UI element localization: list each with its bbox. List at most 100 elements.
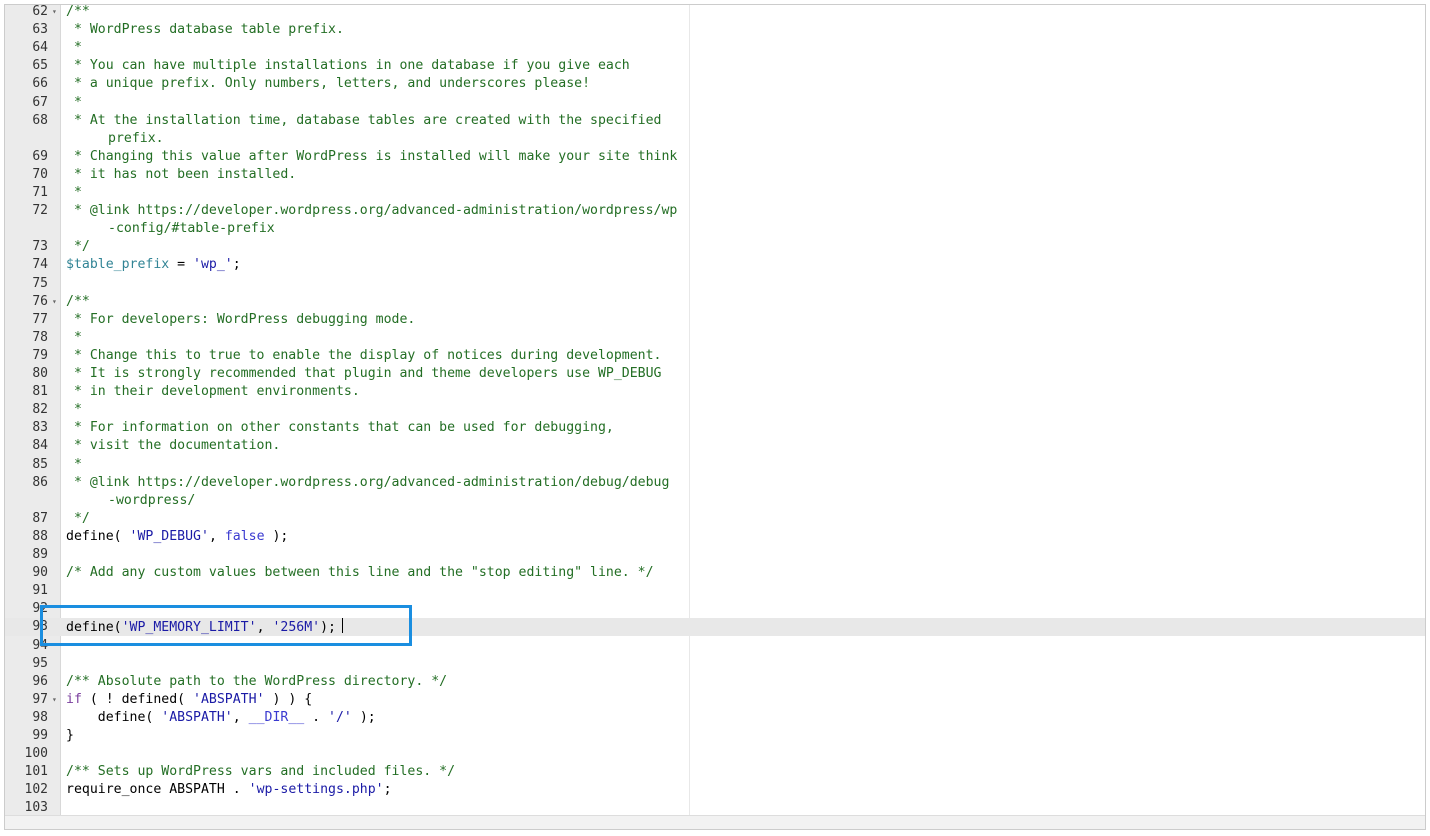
code-line-96[interactable]: 96 /** Absolute path to the WordPress dir…: [5, 673, 1425, 691]
code-line-84[interactable]: 84 * visit the documentation.: [5, 437, 1425, 455]
code-line-86[interactable]: 86 * @link https://developer.wordpress.o…: [5, 474, 1425, 492]
code-token: * For information on other constants tha…: [66, 420, 614, 436]
line-number: 65: [32, 58, 48, 74]
code-line-77[interactable]: 77 * For developers: WordPress debugging…: [5, 311, 1425, 329]
code-line-70[interactable]: 70 * it has not been installed.: [5, 166, 1425, 184]
code-line-63[interactable]: 63 * WordPress database table prefix.: [5, 21, 1425, 39]
code-token: );: [264, 528, 289, 544]
line-number: 89: [32, 547, 48, 562]
code-token: ( ! defined(: [81, 691, 194, 707]
code-line-88[interactable]: 88 define( 'WP_DEBUG', false );: [5, 528, 1425, 546]
code-token: * It is strongly recommended that plugin…: [66, 366, 662, 381]
code-line-80[interactable]: 80 * It is strongly recommended that plu…: [5, 365, 1425, 383]
code-line-72[interactable]: 72 * @link https://developer.wordpress.o…: [5, 202, 1425, 220]
code-line-95[interactable]: 95: [5, 655, 1425, 673]
code-line-73[interactable]: 73 */: [5, 238, 1425, 256]
code-token: *: [66, 94, 82, 110]
code-line-68[interactable]: 68 * At the installation time, database …: [5, 112, 1425, 130]
code-line-94[interactable]: 94: [5, 637, 1425, 655]
code-line-90[interactable]: 90 /* Add any custom values between this …: [5, 564, 1425, 582]
code-token: ,: [232, 709, 249, 725]
code-text: /* Add any custom values between this li…: [66, 564, 654, 582]
code-text: /**: [66, 293, 90, 311]
line-number: 69: [32, 148, 48, 164]
code-line-74[interactable]: 74 $table_prefix = 'wp_';: [5, 256, 1425, 274]
line-number: 72: [32, 203, 48, 219]
line-number: 85: [32, 456, 48, 472]
code-token: );: [320, 620, 336, 636]
line-number: 64: [32, 40, 48, 56]
line-number: 98: [32, 709, 48, 725]
code-token: 'WP_MEMORY_LIMIT': [121, 620, 257, 636]
code-token: if: [66, 691, 82, 707]
code-line-97[interactable]: 97 ▾ if ( ! defined( 'ABSPATH' ) ) {: [5, 691, 1425, 709]
code-line-81[interactable]: 81 * in their development environments.: [5, 383, 1425, 401]
code-token: ;: [232, 257, 241, 273]
code-line-99[interactable]: 99}: [5, 727, 1425, 745]
code-text: * You can have multiple installations in…: [66, 57, 630, 75]
code-line-75[interactable]: 75: [5, 275, 1425, 293]
code-token: */: [66, 510, 90, 526]
line-number: 92: [32, 601, 48, 617]
code-token: *: [66, 456, 82, 472]
code-line-71[interactable]: 71 *: [5, 184, 1425, 202]
code-token: */: [66, 239, 90, 255]
code-line-101[interactable]: 101 /** Sets up WordPress vars and includ…: [5, 763, 1425, 781]
code-token: define(: [66, 620, 122, 636]
code-line-79[interactable]: 79 * Change this to true to enable the d…: [5, 347, 1425, 365]
code-line-98[interactable]: 98 define( 'ABSPATH', __DIR__ . '/' );: [5, 709, 1425, 727]
wrapped-code-text: -config/#table-prefix: [108, 220, 275, 238]
code-text: * visit the documentation.: [66, 437, 280, 455]
code-text: */: [66, 510, 90, 528]
line-number: 91: [32, 583, 48, 599]
code-token: * it has not been installed.: [66, 166, 297, 182]
code-line-62[interactable]: 62 ▾ /**: [5, 5, 1425, 21]
line-number: 80: [32, 366, 48, 381]
code-text: * it has not been installed.: [66, 166, 296, 184]
code-token: ) ) {: [264, 691, 313, 707]
fold-arrow-icon[interactable]: ▾: [52, 5, 57, 21]
fold-arrow-icon[interactable]: ▾: [52, 691, 57, 709]
code-line-91[interactable]: 91: [5, 582, 1425, 600]
code-line-102[interactable]: 102 require_once ABSPATH . 'wp-settings.p…: [5, 781, 1425, 799]
code-token: * a unique prefix. Only numbers, letters…: [66, 76, 591, 92]
code-line-66[interactable]: 66 * a unique prefix. Only numbers, lett…: [5, 75, 1425, 93]
code-token: * Change this to true to enable the disp…: [66, 347, 662, 363]
code-token: }: [66, 728, 74, 743]
code-line-85[interactable]: 85 *: [5, 456, 1425, 474]
code-line-wrap-86[interactable]: -wordpress/: [5, 492, 1425, 510]
code-text: * @link https://developer.wordpress.org/…: [66, 474, 669, 492]
line-number: 101: [24, 764, 48, 780]
code-line-wrap-68[interactable]: prefix.: [5, 130, 1425, 148]
code-editor[interactable]: 62 ▾ /** 63 * WordPress database table pref…: [4, 4, 1426, 830]
code-text: }: [66, 727, 74, 745]
code-line-87[interactable]: 87 */: [5, 510, 1425, 528]
code-line-64[interactable]: 64 *: [5, 39, 1425, 57]
line-number: 96: [32, 673, 48, 689]
horizontal-scrollbar[interactable]: [5, 815, 1425, 829]
code-line-67[interactable]: 67 *: [5, 94, 1425, 112]
code-token: * Changing this value after WordPress is…: [66, 148, 678, 164]
code-token: /* Add any custom values between this li…: [66, 565, 654, 581]
code-line-92[interactable]: 92: [5, 600, 1425, 618]
code-line-wrap-72[interactable]: -config/#table-prefix: [5, 220, 1425, 238]
code-line-78[interactable]: 78 *: [5, 329, 1425, 347]
code-token: * WordPress database table prefix.: [66, 22, 344, 38]
line-number: 74: [32, 257, 48, 273]
code-text: *: [66, 94, 82, 112]
line-number: 68: [32, 112, 48, 128]
code-text: *: [66, 401, 82, 419]
line-number: 73: [32, 239, 48, 255]
code-token: * For developers: WordPress debugging mo…: [66, 311, 416, 327]
code-line-82[interactable]: 82 *: [5, 401, 1425, 419]
code-line-100[interactable]: 100: [5, 745, 1425, 763]
fold-arrow-icon[interactable]: ▾: [52, 293, 57, 311]
code-line-76[interactable]: 76 ▾ /**: [5, 293, 1425, 311]
line-number: 93: [32, 619, 48, 635]
code-line-65[interactable]: 65 * You can have multiple installations…: [5, 57, 1425, 75]
code-line-93[interactable]: 93 define('WP_MEMORY_LIMIT', '256M');: [5, 618, 1425, 637]
line-number: 75: [32, 275, 48, 291]
code-line-83[interactable]: 83 * For information on other constants …: [5, 419, 1425, 437]
code-line-69[interactable]: 69 * Changing this value after WordPress…: [5, 148, 1425, 166]
code-line-89[interactable]: 89: [5, 546, 1425, 564]
